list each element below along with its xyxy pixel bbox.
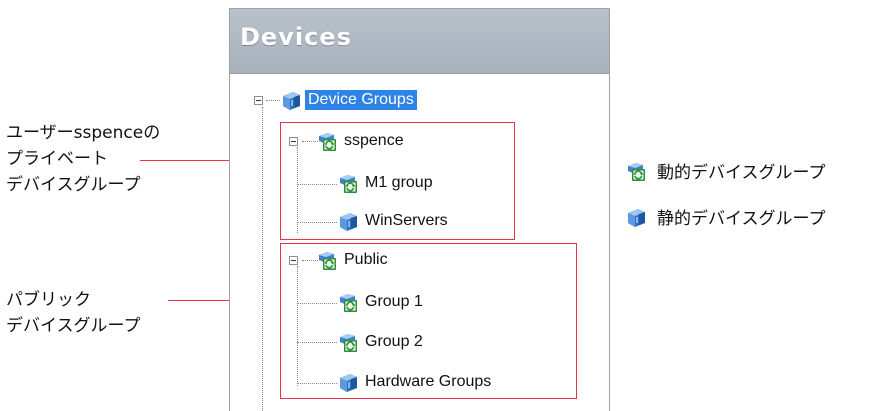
tree-node-device-groups[interactable]: Device Groups [280, 88, 417, 112]
tree-node-label: Device Groups [305, 90, 417, 110]
dynamic-group-icon [625, 160, 647, 182]
devices-panel-header: Devices [230, 9, 609, 73]
legend-static: 静的デバイスグループ [625, 204, 825, 229]
private-group-annotation: ユーザーsspenceの プライベート デバイスグループ [6, 120, 160, 198]
public-annotation-line-1: パブリック [6, 290, 91, 310]
legend-dynamic: 動的デバイスグループ [625, 158, 825, 183]
private-groups-highlight [280, 122, 515, 240]
public-annotation-line-2: デバイスグループ [6, 316, 141, 336]
collapse-toggle-icon[interactable] [254, 96, 263, 105]
static-group-icon [280, 89, 302, 111]
static-group-icon [625, 206, 647, 228]
panel-title: Devices [240, 23, 352, 51]
legend-dynamic-label: 動的デバイスグループ [657, 163, 826, 183]
tree-line [266, 100, 280, 101]
tree-line [262, 107, 263, 411]
public-group-annotation: パブリック デバイスグループ [6, 287, 140, 339]
public-groups-highlight [280, 243, 577, 399]
private-annotation-line-3: デバイスグループ [6, 175, 141, 195]
private-annotation-line-1: ユーザーsspenceの [6, 123, 161, 143]
private-annotation-line-2: プライベート [6, 149, 108, 169]
legend-static-label: 静的デバイスグループ [657, 209, 826, 229]
